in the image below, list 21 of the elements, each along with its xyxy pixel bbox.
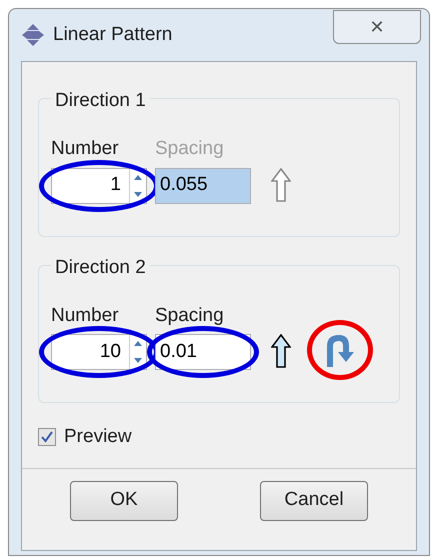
- preview-checkbox[interactable]: [38, 428, 56, 446]
- dialog-button[interactable]: Cancel: [260, 480, 368, 520]
- spacing-label: Spacing: [155, 137, 225, 161]
- spin-down-icon[interactable]: [134, 192, 142, 196]
- preview-label: Preview: [64, 425, 132, 449]
- annotation-ellipse: [307, 320, 373, 380]
- window-title: Linear Pattern: [53, 22, 172, 47]
- number-spinbox[interactable]: 10: [51, 334, 147, 370]
- spacing-label: Spacing: [155, 304, 225, 328]
- number-spinbox[interactable]: 1: [51, 168, 147, 204]
- spacing-input[interactable]: 0.055: [155, 168, 251, 204]
- spin-down-icon[interactable]: [134, 358, 142, 363]
- spin-up-icon[interactable]: [134, 341, 142, 346]
- number-label: Number: [51, 304, 120, 328]
- spin-up-icon[interactable]: [134, 174, 142, 180]
- pattern-icon: [21, 23, 45, 47]
- close-button[interactable]: ✕: [333, 10, 421, 44]
- dialog-button[interactable]: OK: [70, 480, 178, 520]
- spacing-input[interactable]: 0.01: [155, 334, 251, 370]
- up-arrow-icon[interactable]: [271, 334, 291, 368]
- number-label: Number: [51, 137, 120, 161]
